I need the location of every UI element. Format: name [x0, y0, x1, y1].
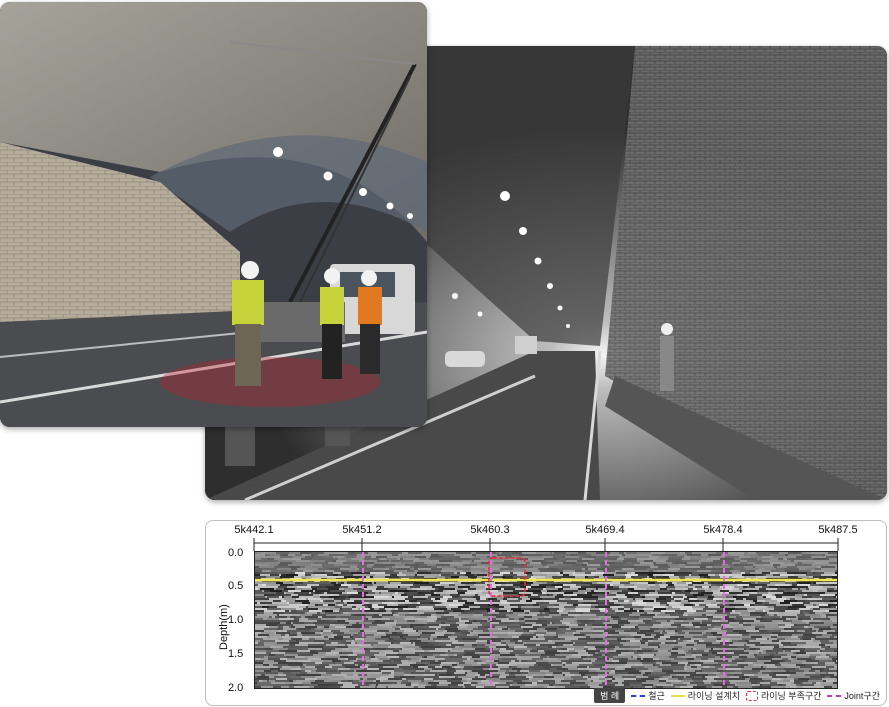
rebar-swatch — [631, 694, 646, 697]
design-lining-swatch — [670, 694, 685, 697]
legend-item-lining-deficit: 라이닝 부족구간 — [745, 689, 822, 702]
gpr-radargram-panel: 5k442.1 5k451.2 5k460.3 5k469.4 5k478.4 … — [205, 520, 887, 706]
tunnel-photo-color — [0, 2, 427, 427]
depth-tick-label: 1.5 — [228, 648, 244, 660]
legend-title: 범 례 — [594, 688, 626, 703]
legend-item-rebar: 철근 — [631, 689, 665, 702]
legend-label: Joint구간 — [844, 691, 880, 701]
depth-tick-label: 2.0 — [228, 682, 244, 694]
depth-tick-label: 0.0 — [228, 547, 244, 559]
radargram-image — [254, 551, 838, 689]
legend-label: 라이닝 설계치 — [687, 691, 740, 701]
joint-swatch — [827, 694, 842, 697]
legend-label: 철근 — [648, 691, 665, 701]
legend-item-joint: Joint구간 — [827, 689, 880, 702]
depth-tick-label: 1.0 — [228, 614, 244, 626]
depth-tick-label: 0.5 — [228, 580, 244, 592]
legend-label: 라이닝 부족구간 — [760, 691, 822, 701]
lining-deficit-swatch — [745, 690, 758, 701]
legend-item-design-lining: 라이닝 설계치 — [670, 689, 740, 702]
legend: 범 례 철근 라이닝 설계치 라이닝 부족구간 Joint구간 — [594, 688, 880, 703]
